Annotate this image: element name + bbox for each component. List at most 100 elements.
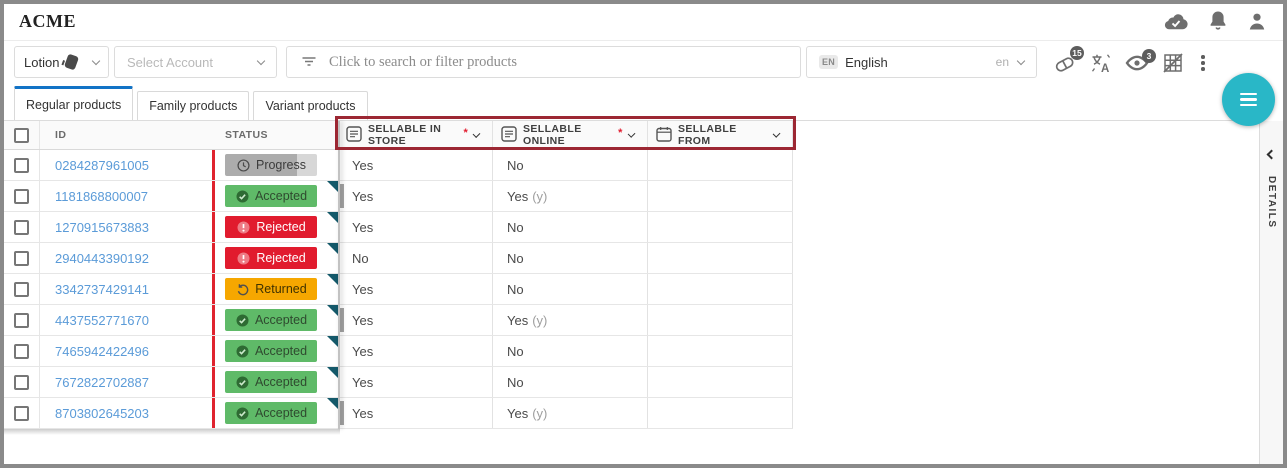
status-cell[interactable]: Accepted — [212, 398, 338, 428]
tab-variant-products[interactable]: Variant products — [253, 91, 367, 120]
main-menu-button[interactable] — [1222, 73, 1275, 126]
toolbar: Lotion Select Account Click to search or… — [4, 41, 1283, 86]
sellable-from-cell[interactable] — [647, 243, 793, 273]
product-id-cell: 1270915673883 — [40, 212, 212, 242]
sellable-from-cell[interactable] — [647, 305, 793, 335]
chevron-left-icon[interactable] — [1267, 150, 1277, 160]
chevron-down-icon — [1017, 56, 1025, 64]
product-id-link[interactable]: 1181868800007 — [55, 189, 148, 204]
tab-regular-products[interactable]: Regular products — [14, 86, 133, 120]
cloud-check-icon[interactable] — [1162, 11, 1189, 31]
translate-icon[interactable]: A — [1090, 52, 1112, 74]
product-id-cell: 7672822702887 — [40, 367, 212, 397]
status-label: Accepted — [255, 313, 307, 327]
list-attribute-icon — [501, 126, 517, 145]
sellable-in-store-cell[interactable]: No — [338, 243, 492, 273]
column-header-sellable-in-store[interactable]: SELLABLE IN STORE * — [338, 121, 492, 149]
bell-icon[interactable] — [1208, 10, 1228, 32]
sellable-online-cell[interactable]: No — [492, 150, 647, 180]
sellable-from-cell[interactable] — [647, 212, 793, 242]
row-checkbox[interactable] — [4, 398, 40, 428]
product-id-link[interactable]: 1270915673883 — [55, 220, 149, 235]
table-row: 7672822702887 Accepted — [4, 367, 793, 398]
select-all-checkbox[interactable] — [4, 121, 40, 149]
product-id-link[interactable]: 4437552771670 — [55, 313, 149, 328]
sellable-online-cell[interactable]: No — [492, 367, 647, 397]
chevron-down-icon[interactable] — [627, 130, 635, 138]
cell-edited-marker — [340, 308, 344, 332]
search-input[interactable]: Click to search or filter products — [286, 46, 801, 78]
status-label: Accepted — [255, 344, 307, 358]
product-id-link[interactable]: 3342737429141 — [55, 282, 149, 297]
sellable-from-cell[interactable] — [647, 336, 793, 366]
filter-icon — [301, 54, 317, 71]
sellable-from-cell[interactable] — [647, 274, 793, 304]
eye-count-badge: 3 — [1142, 49, 1156, 63]
column-header-sellable-online[interactable]: SELLABLE ONLINE * — [492, 121, 647, 149]
sellable-in-store-cell[interactable]: Yes — [338, 336, 492, 366]
product-id-link[interactable]: 2940443390192 — [55, 251, 149, 266]
status-cell[interactable]: Accepted — [212, 305, 338, 335]
sellable-online-cell[interactable]: Yes (y) — [492, 398, 647, 428]
account-select[interactable]: Select Account — [114, 46, 277, 78]
boolean-key-suffix: (y) — [532, 313, 547, 328]
chevron-down-icon[interactable] — [473, 130, 481, 138]
row-checkbox[interactable] — [4, 181, 40, 211]
sellable-from-cell[interactable] — [647, 181, 793, 211]
sellable-online-cell[interactable]: Yes (y) — [492, 305, 647, 335]
row-checkbox[interactable] — [4, 367, 40, 397]
column-header-id[interactable]: ID — [40, 121, 212, 149]
draft-corner-marker — [327, 336, 338, 347]
eye-icon[interactable]: 3 — [1125, 54, 1149, 72]
sellable-in-store-cell[interactable]: Yes — [338, 305, 492, 335]
row-checkbox[interactable] — [4, 336, 40, 366]
column-header-status[interactable]: STATUS — [212, 121, 338, 149]
row-checkbox[interactable] — [4, 212, 40, 242]
sellable-online-cell[interactable]: No — [492, 274, 647, 304]
frozen-pane-divider — [338, 121, 340, 429]
sellable-in-store-cell[interactable]: Yes — [338, 181, 492, 211]
row-checkbox[interactable] — [4, 243, 40, 273]
row-checkbox[interactable] — [4, 274, 40, 304]
sellable-in-store-cell[interactable]: Yes — [338, 398, 492, 428]
status-cell[interactable]: Rejected — [212, 212, 338, 242]
status-cell[interactable]: Accepted — [212, 367, 338, 397]
sellable-online-cell[interactable]: No — [492, 243, 647, 273]
language-select[interactable]: EN English en — [806, 46, 1037, 78]
product-type-select[interactable]: Lotion — [14, 46, 109, 78]
details-panel-label[interactable]: DETAILS — [1266, 176, 1277, 229]
row-checkbox[interactable] — [4, 305, 40, 335]
user-icon[interactable] — [1247, 11, 1267, 32]
chevron-down-icon[interactable] — [772, 129, 780, 137]
required-marker: * — [463, 127, 468, 139]
product-id-cell: 8703802645203 — [40, 398, 212, 428]
tab-family-products[interactable]: Family products — [137, 91, 249, 120]
status-cell[interactable]: Accepted — [212, 181, 338, 211]
sellable-in-store-cell[interactable]: Yes — [338, 150, 492, 180]
sellable-in-store-cell[interactable]: Yes — [338, 367, 492, 397]
sellable-in-store-cell[interactable]: Yes — [338, 212, 492, 242]
product-id-link[interactable]: 7672822702887 — [55, 375, 149, 390]
more-vertical-icon[interactable] — [1197, 53, 1209, 73]
sellable-from-cell[interactable] — [647, 398, 793, 428]
pill-icon[interactable]: 15 — [1053, 51, 1077, 75]
product-id-link[interactable]: 8703802645203 — [55, 406, 149, 421]
product-id-link[interactable]: 7465942422496 — [55, 344, 149, 359]
sellable-from-cell[interactable] — [647, 150, 793, 180]
top-bar: ACME — [4, 4, 1283, 41]
sellable-online-cell[interactable]: No — [492, 336, 647, 366]
product-id-link[interactable]: 0284287961005 — [55, 158, 149, 173]
column-header-sellable-from[interactable]: SELLABLE FROM — [647, 121, 793, 149]
status-cell[interactable]: Progress — [212, 150, 338, 180]
status-badge: Rejected — [225, 216, 317, 238]
grid-off-icon[interactable] — [1162, 52, 1184, 74]
sellable-online-cell[interactable]: No — [492, 212, 647, 242]
status-cell[interactable]: Accepted — [212, 336, 338, 366]
sellable-online-cell[interactable]: Yes (y) — [492, 181, 647, 211]
row-checkbox[interactable] — [4, 150, 40, 180]
status-cell[interactable]: Rejected — [212, 243, 338, 273]
status-cell[interactable]: Returned — [212, 274, 338, 304]
sellable-from-cell[interactable] — [647, 367, 793, 397]
account-select-placeholder: Select Account — [127, 55, 213, 70]
sellable-in-store-cell[interactable]: Yes — [338, 274, 492, 304]
